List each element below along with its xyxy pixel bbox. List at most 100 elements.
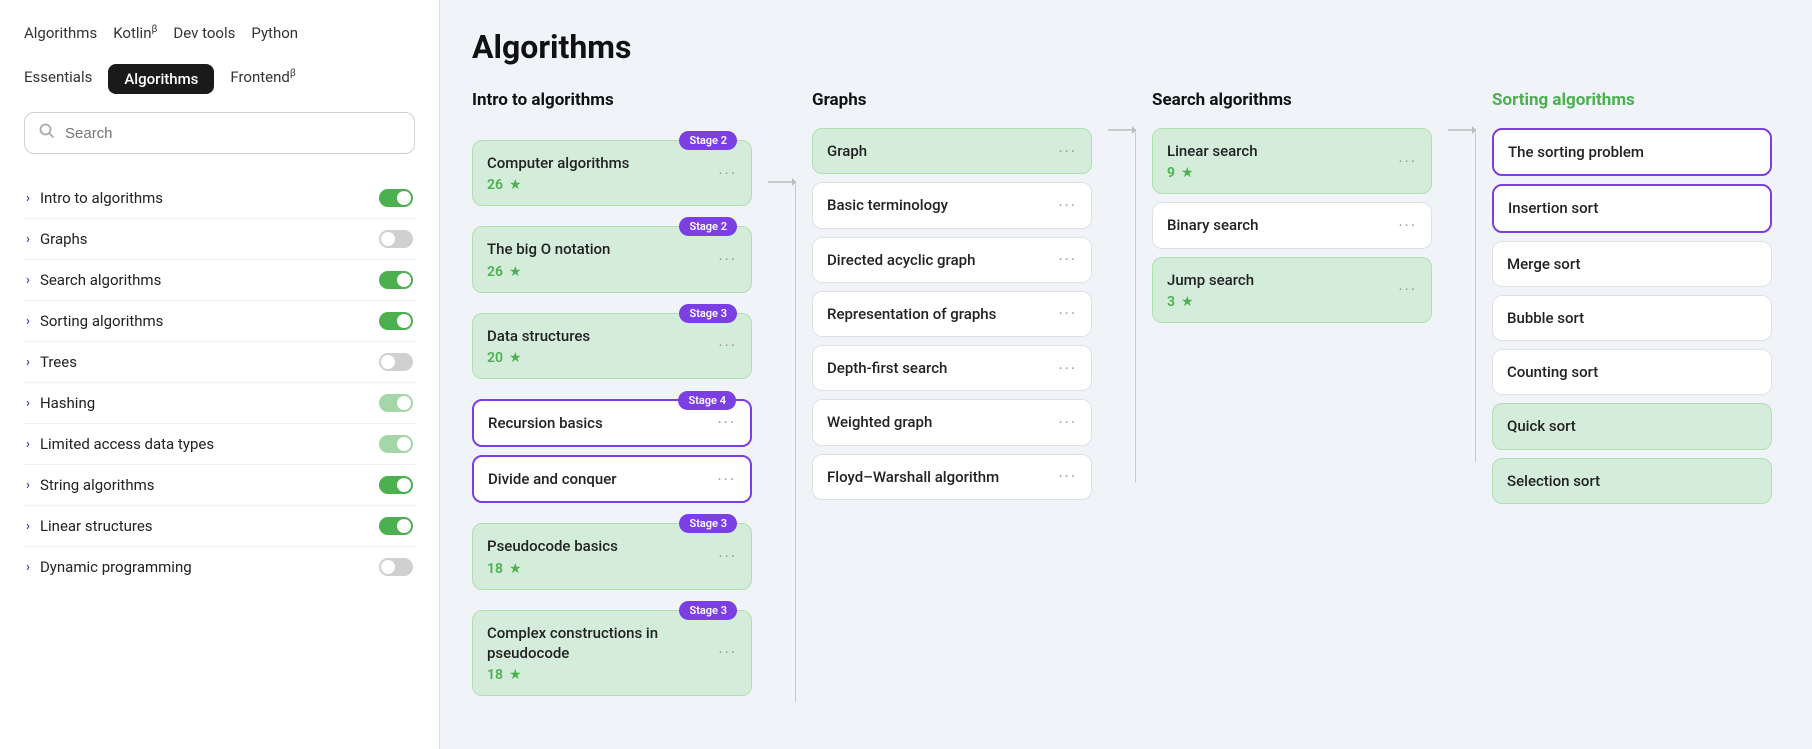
column-header-intro: Intro to algorithms: [472, 90, 752, 114]
toggle-dynamic[interactable]: [379, 558, 413, 576]
chevron-icon: ›: [26, 560, 30, 575]
tab-essentials[interactable]: Essentials: [24, 64, 92, 94]
tab-algorithms[interactable]: Algorithms: [108, 64, 214, 94]
card-title: Representation of graphs: [827, 304, 1058, 324]
card-title: Floyd–Warshall algorithm: [827, 467, 1058, 487]
toggle-linear[interactable]: [379, 517, 413, 535]
sidebar-item-intro[interactable]: › Intro to algorithms: [24, 178, 415, 219]
nav-tabs-row2: Essentials Algorithms Frontendβ: [24, 64, 415, 94]
card-floyd-warshall[interactable]: Floyd–Warshall algorithm ···: [812, 454, 1092, 500]
card-selection-sort[interactable]: Selection sort: [1492, 458, 1772, 504]
sidebar-item-dynamic[interactable]: › Dynamic programming: [24, 547, 415, 587]
toggle-string[interactable]: [379, 476, 413, 494]
search-input[interactable]: [65, 125, 400, 142]
sidebar-item-graphs[interactable]: › Graphs: [24, 219, 415, 260]
cards-graphs: Graph ··· Basic terminology ···: [812, 128, 1092, 500]
card-jump-search[interactable]: Jump search 3 ★ ···: [1152, 257, 1432, 323]
toggle-limited[interactable]: [379, 435, 413, 453]
card-weighted-graph[interactable]: Weighted graph ···: [812, 399, 1092, 445]
dots-menu[interactable]: ···: [1398, 152, 1417, 171]
toggle-sorting[interactable]: [379, 312, 413, 330]
sidebar-item-limited[interactable]: › Limited access data types: [24, 424, 415, 465]
card-title: Divide and conquer: [488, 469, 717, 489]
column-header-sorting: Sorting algorithms: [1492, 90, 1772, 114]
card-graph[interactable]: Graph ···: [812, 128, 1092, 174]
chevron-icon: ›: [26, 232, 30, 247]
dots-menu[interactable]: ···: [1058, 250, 1077, 269]
dots-menu[interactable]: ···: [1058, 304, 1077, 323]
card-data-structures[interactable]: Stage 3 Data structures 20 ★ ···: [472, 313, 752, 379]
card-title: Bubble sort: [1507, 308, 1757, 328]
cards-search: Linear search 9 ★ ··· Binary search: [1152, 128, 1432, 323]
card-basic-terminology[interactable]: Basic terminology ···: [812, 182, 1092, 228]
card-insertion-sort[interactable]: Insertion sort: [1492, 184, 1772, 232]
dots-menu[interactable]: ···: [718, 643, 737, 662]
tab-java[interactable]: Algorithms: [24, 20, 97, 46]
cards-sorting: The sorting problem Insertion sort Mer: [1492, 128, 1772, 504]
toggle-search-alg[interactable]: [379, 271, 413, 289]
dots-menu[interactable]: ···: [718, 336, 737, 355]
dots-menu[interactable]: ···: [718, 250, 737, 269]
sidebar-item-hashing[interactable]: › Hashing: [24, 383, 415, 424]
search-icon: [39, 123, 55, 143]
sidebar-item-linear[interactable]: › Linear structures: [24, 506, 415, 547]
sidebar: Algorithms Kotlinβ Dev tools Python Esse…: [0, 0, 440, 749]
card-count: 18: [487, 561, 503, 577]
star-icon: ★: [1181, 294, 1194, 310]
search-box[interactable]: [24, 112, 415, 154]
sidebar-item-string[interactable]: › String algorithms: [24, 465, 415, 506]
card-bubble-sort[interactable]: Bubble sort: [1492, 295, 1772, 341]
card-complex[interactable]: Stage 3 Complex constructions in pseudoc…: [472, 610, 752, 697]
sidebar-item-trees[interactable]: › Trees: [24, 342, 415, 383]
tab-frontend[interactable]: Frontendβ: [230, 64, 295, 94]
dots-menu[interactable]: ···: [717, 470, 736, 489]
dots-menu[interactable]: ···: [1058, 413, 1077, 432]
card-big-o[interactable]: Stage 2 The big O notation 26 ★ ···: [472, 226, 752, 292]
card-recursion[interactable]: Stage 4 Recursion basics ···: [472, 399, 752, 447]
star-icon: ★: [509, 561, 522, 577]
card-title: Complex constructions in pseudocode: [487, 623, 718, 664]
dots-menu[interactable]: ···: [1058, 359, 1077, 378]
card-pseudocode[interactable]: Stage 3 Pseudocode basics 18 ★ ···: [472, 523, 752, 589]
chevron-icon: ›: [26, 314, 30, 329]
card-counting-sort[interactable]: Counting sort: [1492, 349, 1772, 395]
card-linear-search[interactable]: Linear search 9 ★ ···: [1152, 128, 1432, 194]
connector-1-2: [768, 90, 796, 749]
tab-python[interactable]: Python: [251, 20, 298, 46]
card-quick-sort[interactable]: Quick sort: [1492, 403, 1772, 449]
tab-devtools[interactable]: Dev tools: [173, 20, 235, 46]
card-computer-algorithms[interactable]: Stage 2 Computer algorithms 26 ★ ···: [472, 140, 752, 206]
chevron-icon: ›: [26, 437, 30, 452]
card-representation[interactable]: Representation of graphs ···: [812, 291, 1092, 337]
card-binary-search[interactable]: Binary search ···: [1152, 202, 1432, 248]
dots-menu[interactable]: ···: [1058, 467, 1077, 486]
toggle-graphs[interactable]: [379, 230, 413, 248]
card-title: Linear search: [1167, 141, 1398, 161]
dots-menu[interactable]: ···: [717, 413, 736, 432]
star-icon: ★: [509, 667, 522, 683]
column-search: Search algorithms Linear search 9 ★ ···: [1152, 90, 1432, 749]
dots-menu[interactable]: ···: [1058, 196, 1077, 215]
card-title: Depth-first search: [827, 358, 1058, 378]
toggle-intro[interactable]: [379, 189, 413, 207]
card-dfs[interactable]: Depth-first search ···: [812, 345, 1092, 391]
toggle-trees[interactable]: [379, 353, 413, 371]
dots-menu[interactable]: ···: [1398, 280, 1417, 299]
stage-badge: Stage 3: [679, 514, 737, 533]
card-count: 18: [487, 667, 503, 683]
toggle-hashing[interactable]: [379, 394, 413, 412]
dots-menu[interactable]: ···: [718, 547, 737, 566]
dots-menu[interactable]: ···: [1058, 142, 1077, 161]
card-sorting-problem[interactable]: The sorting problem: [1492, 128, 1772, 176]
tab-kotlin[interactable]: Kotlinβ: [113, 20, 157, 46]
card-dag[interactable]: Directed acyclic graph ···: [812, 237, 1092, 283]
sidebar-item-label: Search algorithms: [40, 271, 161, 289]
sidebar-item-sorting[interactable]: › Sorting algorithms: [24, 301, 415, 342]
card-merge-sort[interactable]: Merge sort: [1492, 241, 1772, 287]
card-count: 26: [487, 264, 503, 280]
dots-menu[interactable]: ···: [1398, 216, 1417, 235]
dots-menu[interactable]: ···: [718, 164, 737, 183]
sidebar-item-search-alg[interactable]: › Search algorithms: [24, 260, 415, 301]
card-title: Quick sort: [1507, 416, 1757, 436]
card-divide-conquer[interactable]: Divide and conquer ···: [472, 455, 752, 503]
